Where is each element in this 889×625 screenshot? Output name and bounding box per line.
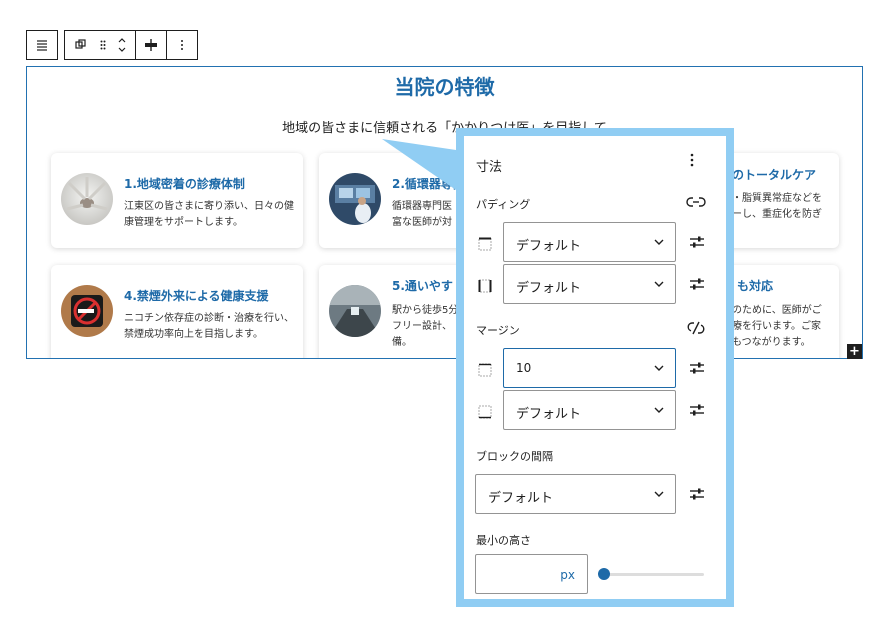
select-value: デフォルト — [516, 407, 582, 422]
dimensions-panel: 寸法 パディング デフォルト デフォルト マージン 10 デフォルト ブロックの… — [456, 128, 734, 607]
padding-sides-select[interactable]: デフォルト — [503, 264, 676, 304]
card-title: も対応 — [737, 279, 774, 293]
block-subtitle: 地域の皆さまに信頼される「かかりつけ医」を目指して — [282, 121, 607, 136]
panel-title: 寸法 — [476, 160, 503, 175]
adjust-settings-icon[interactable] — [688, 401, 706, 419]
move-up-down-icon[interactable] — [109, 31, 135, 59]
select-value: 10 — [516, 361, 532, 375]
toolbar-group-block — [64, 30, 198, 60]
padding-label: パディング — [476, 198, 531, 211]
min-height-slider[interactable] — [598, 567, 708, 581]
block-gap-label: ブロックの間隔 — [476, 450, 553, 463]
align-lines-icon[interactable] — [27, 31, 57, 59]
select-value: デフォルト — [516, 239, 582, 254]
margin-top-select[interactable]: 10 — [503, 348, 676, 388]
card-image — [61, 285, 113, 337]
feature-card[interactable]: 1.地域密着の診療体制 江東区の皆さまに寄り添い、日々の健康管理をサポートします… — [51, 153, 303, 248]
chevron-down-icon — [654, 281, 664, 287]
toolbar-group-type — [26, 30, 58, 60]
slider-track — [602, 573, 704, 576]
padding-sides-icon — [478, 278, 492, 293]
selected-block[interactable]: 当院の特徴 地域の皆さまに信頼される「かかりつけ医」を目指して 1.地域密着の診… — [26, 66, 863, 359]
slider-thumb[interactable] — [598, 568, 610, 580]
feature-card[interactable]: 4.禁煙外来による健康支援 ニコチン依存症の診断・治療を行い、禁煙成功率向上を目… — [51, 265, 303, 358]
drag-handle-icon[interactable] — [97, 31, 109, 59]
card-title: のトータルケア — [732, 168, 817, 182]
card-description: ・脂質異常症などを ーし、重症化を防ぎ — [732, 193, 822, 220]
card-image — [329, 173, 381, 225]
min-height-label: 最小の高さ — [476, 534, 531, 547]
link-sides-icon[interactable] — [686, 194, 706, 210]
more-vertical-icon[interactable] — [167, 31, 197, 59]
margin-top-side-icon — [478, 362, 492, 377]
card-description: のために、医師がご 療を行います。ご家 もつながります。 — [732, 305, 822, 348]
card-image — [329, 285, 381, 337]
adjust-settings-icon[interactable] — [688, 233, 706, 251]
group-icon[interactable] — [65, 31, 97, 59]
unlink-sides-icon[interactable] — [686, 320, 706, 336]
more-vertical-icon[interactable] — [690, 152, 694, 171]
chevron-down-icon — [654, 491, 664, 497]
card-title: 5.通いやす — [392, 279, 453, 293]
block-gap-select[interactable]: デフォルト — [475, 474, 676, 514]
chevron-down-icon — [654, 239, 664, 245]
select-value: デフォルト — [488, 491, 554, 506]
padding-top-side-icon — [478, 236, 492, 251]
block-toolbar — [26, 30, 198, 60]
min-height-input[interactable]: px — [475, 554, 588, 594]
adjust-settings-icon[interactable] — [688, 359, 706, 377]
card-title: 2.循環器専門 — [392, 177, 465, 191]
adjust-settings-icon[interactable] — [688, 485, 706, 503]
chevron-down-icon — [654, 407, 664, 413]
card-title: 1.地域密着の診療体制 — [124, 177, 245, 191]
card-description: ニコチン依存症の診断・治療を行い、禁煙成功率向上を目指します。 — [124, 313, 294, 340]
add-block-button[interactable]: + — [847, 344, 862, 359]
margin-label: マージン — [476, 324, 520, 337]
unit-label: px — [560, 568, 575, 582]
padding-top-select[interactable]: デフォルト — [503, 222, 676, 262]
card-description: 江東区の皆さまに寄り添い、日々の健康管理をサポートします。 — [124, 201, 294, 228]
select-value: デフォルト — [516, 281, 582, 296]
card-image — [61, 173, 113, 225]
chevron-down-icon — [654, 365, 664, 371]
adjust-settings-icon[interactable] — [688, 275, 706, 293]
margin-bottom-side-icon — [478, 404, 492, 419]
card-title: 4.禁煙外来による健康支援 — [124, 289, 269, 303]
justify-icon[interactable] — [136, 31, 166, 59]
margin-bottom-select[interactable]: デフォルト — [503, 390, 676, 430]
block-title: 当院の特徴 — [394, 75, 495, 99]
